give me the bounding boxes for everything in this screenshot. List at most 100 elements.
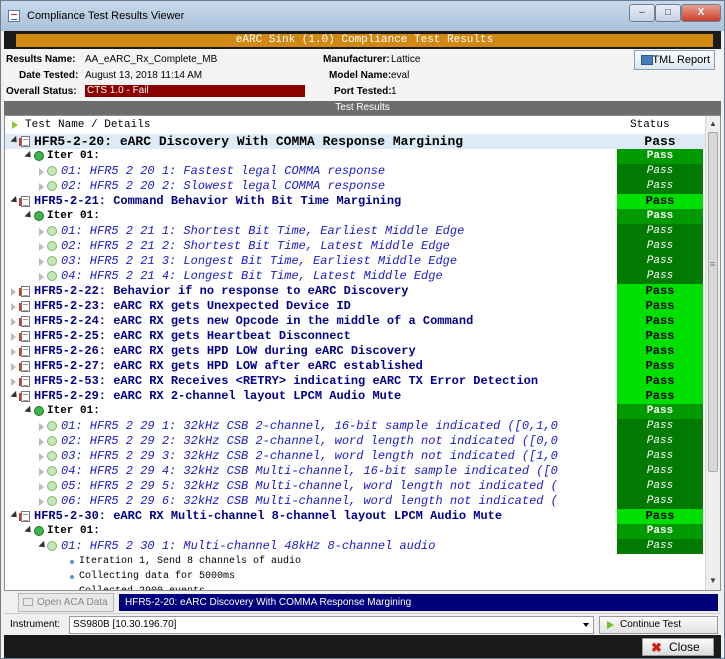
test-case-row[interactable]: 03: HFR5 2 29 3: 32kHz CSB 2-channel, wo…	[5, 449, 705, 464]
test-group-row[interactable]: HFR5-2-21: Command Behavior With Bit Tim…	[5, 194, 705, 209]
test-case-row[interactable]: 02: HFR5 2 29 2: 32kHz CSB 2-channel, wo…	[5, 434, 705, 449]
row-label: Iter 01:	[47, 210, 100, 222]
test-case-row[interactable]: 02: HFR5 2 21 2: Shortest Bit Time, Late…	[5, 239, 705, 254]
status-badge: Pass	[617, 374, 703, 389]
manufacturer-label: Manufacturer:	[323, 54, 390, 65]
collapsed-triangle-icon[interactable]	[39, 243, 44, 251]
maximize-button[interactable]: □	[655, 4, 681, 22]
expanded-triangle-icon[interactable]	[24, 210, 34, 221]
row-label: 02: HFR5 2 21 2: Shortest Bit Time, Late…	[61, 239, 450, 253]
port-tested-value: 1	[391, 86, 397, 97]
chevron-down-icon	[583, 623, 589, 627]
collapsed-triangle-icon[interactable]	[39, 228, 44, 236]
overall-status-label: Overall Status:	[6, 86, 77, 97]
collapsed-triangle-icon[interactable]	[39, 468, 44, 476]
test-case-row[interactable]: 02: HFR5 2 20 2: Slowest legal COMMA res…	[5, 179, 705, 194]
close-label: Close	[669, 640, 700, 654]
results-name-label: Results Name:	[6, 54, 76, 65]
collapsed-triangle-icon[interactable]	[39, 168, 44, 176]
test-group-row[interactable]: HFR5-2-30: eARC RX Multi-channel 8-chann…	[5, 509, 705, 524]
test-case-row[interactable]: 04: HFR5 2 29 4: 32kHz CSB Multi-channel…	[5, 464, 705, 479]
test-case-row[interactable]: 05: HFR5 2 29 5: 32kHz CSB Multi-channel…	[5, 479, 705, 494]
collapsed-triangle-icon[interactable]	[39, 423, 44, 431]
collapsed-triangle-icon[interactable]	[11, 348, 16, 356]
iteration-row[interactable]: Iter 01: Pass	[5, 404, 705, 419]
collapsed-triangle-icon[interactable]	[39, 258, 44, 266]
iteration-row[interactable]: Iter 01: Pass	[5, 149, 705, 164]
test-status-icon	[47, 436, 57, 446]
row-label: HFR5-2-23: eARC RX gets Unexpected Devic…	[34, 299, 351, 313]
scroll-thumb[interactable]: ≡	[708, 132, 718, 472]
test-document-icon	[19, 331, 30, 342]
status-badge: Pass	[617, 269, 703, 284]
test-document-icon	[19, 316, 30, 327]
test-group-row[interactable]: HFR5-2-22: Behavior if no response to eA…	[5, 284, 705, 299]
test-case-row[interactable]: 01: HFR5 2 29 1: 32kHz CSB 2-channel, 16…	[5, 419, 705, 434]
scroll-down-arrow[interactable]: ▼	[708, 576, 718, 586]
test-case-row[interactable]: 04: HFR5 2 21 4: Longest Bit Time, Lates…	[5, 269, 705, 284]
collapsed-triangle-icon[interactable]	[11, 318, 16, 326]
column-header-row: Test Name / Details Status	[5, 116, 705, 134]
test-case-row[interactable]: 01: HFR5 2 30 1: Multi-channel 48kHz 8-c…	[5, 539, 705, 554]
scroll-grip-icon: ≡	[710, 259, 716, 269]
detail-row[interactable]: Collected 2900 events	[5, 584, 705, 590]
overall-status-badge: CTS 1.0 - Fail	[85, 85, 305, 97]
instrument-label: Instrument:	[10, 619, 61, 630]
test-group-row[interactable]: HFR5-2-23: eARC RX gets Unexpected Devic…	[5, 299, 705, 314]
window-close-button[interactable]: X	[681, 4, 721, 22]
collapsed-triangle-icon[interactable]	[39, 438, 44, 446]
status-badge: Pass	[617, 194, 703, 209]
collapsed-triangle-icon[interactable]	[39, 498, 44, 506]
column-header-name[interactable]: Test Name / Details	[25, 119, 150, 131]
collapsed-triangle-icon[interactable]	[39, 183, 44, 191]
test-group-row[interactable]: HFR5-2-20: eARC Discovery With COMMA Res…	[5, 134, 705, 149]
collapsed-triangle-icon[interactable]	[11, 303, 16, 311]
vertical-scrollbar[interactable]: ▲ ≡ ▼	[705, 116, 720, 590]
continue-test-execution-button[interactable]: Continue Test Execution	[599, 616, 718, 646]
expanded-triangle-icon[interactable]	[24, 150, 34, 161]
iteration-status-icon	[34, 406, 44, 416]
column-header-status[interactable]: Status	[630, 119, 670, 131]
test-document-icon	[19, 136, 30, 147]
collapsed-triangle-icon[interactable]	[11, 363, 16, 371]
test-group-row[interactable]: HFR5-2-26: eARC RX gets HPD LOW during e…	[5, 344, 705, 359]
report-icon	[641, 55, 653, 65]
instrument-select[interactable]: SS980B [10.30.196.70]	[69, 616, 594, 634]
collapsed-triangle-icon[interactable]	[39, 273, 44, 281]
iteration-row[interactable]: Iter 01: Pass	[5, 209, 705, 224]
test-group-row[interactable]: HFR5-2-24: eARC RX gets new Opcode in th…	[5, 314, 705, 329]
collapsed-triangle-icon[interactable]	[39, 453, 44, 461]
collapsed-triangle-icon[interactable]	[11, 288, 16, 296]
test-case-row[interactable]: 01: HFR5 2 20 1: Fastest legal COMMA res…	[5, 164, 705, 179]
test-group-row[interactable]: HFR5-2-53: eARC RX Receives <RETRY> indi…	[5, 374, 705, 389]
collapsed-triangle-icon[interactable]	[39, 483, 44, 491]
collapsed-triangle-icon[interactable]	[11, 333, 16, 341]
open-aca-data-button[interactable]: Open ACA Data	[18, 593, 114, 612]
test-group-row[interactable]: HFR5-2-29: eARC RX 2-channel layout LPCM…	[5, 389, 705, 404]
title-bar[interactable]: Compliance Test Results Viewer ‒ □ X	[1, 1, 724, 31]
expanded-triangle-icon[interactable]	[24, 405, 34, 416]
expanded-triangle-icon[interactable]	[24, 525, 34, 536]
test-results-tree[interactable]: Test Name / Details Status HFR5-2-20: eA…	[4, 115, 721, 591]
collapsed-triangle-icon[interactable]	[11, 378, 16, 386]
test-status-icon	[47, 256, 57, 266]
test-case-row[interactable]: 01: HFR5 2 21 1: Shortest Bit Time, Earl…	[5, 224, 705, 239]
test-status-icon	[47, 451, 57, 461]
test-case-row[interactable]: 03: HFR5 2 21 3: Longest Bit Time, Earli…	[5, 254, 705, 269]
status-badge: Pass	[617, 479, 703, 494]
test-case-row[interactable]: 06: HFR5 2 29 6: 32kHz CSB Multi-channel…	[5, 494, 705, 509]
iteration-row[interactable]: Iter 01: Pass	[5, 524, 705, 539]
detail-row[interactable]: Collecting data for 5000ms	[5, 569, 705, 584]
scroll-up-arrow[interactable]: ▲	[708, 119, 718, 129]
open-aca-label: Open ACA Data	[37, 597, 108, 608]
test-group-row[interactable]: HFR5-2-25: eARC RX gets Heartbeat Discon…	[5, 329, 705, 344]
test-status-icon	[47, 496, 57, 506]
close-button[interactable]: ✖ Close	[642, 638, 714, 656]
status-badge: Pass	[617, 404, 703, 419]
minimize-button[interactable]: ‒	[629, 4, 655, 22]
html-report-button[interactable]: HTML Report	[634, 50, 715, 70]
status-badge: Pass	[617, 539, 703, 554]
row-label: 01: HFR5 2 20 1: Fastest legal COMMA res…	[61, 164, 386, 178]
detail-row[interactable]: Iteration 1, Send 8 channels of audio	[5, 554, 705, 569]
test-group-row[interactable]: HFR5-2-27: eARC RX gets HPD LOW after eA…	[5, 359, 705, 374]
